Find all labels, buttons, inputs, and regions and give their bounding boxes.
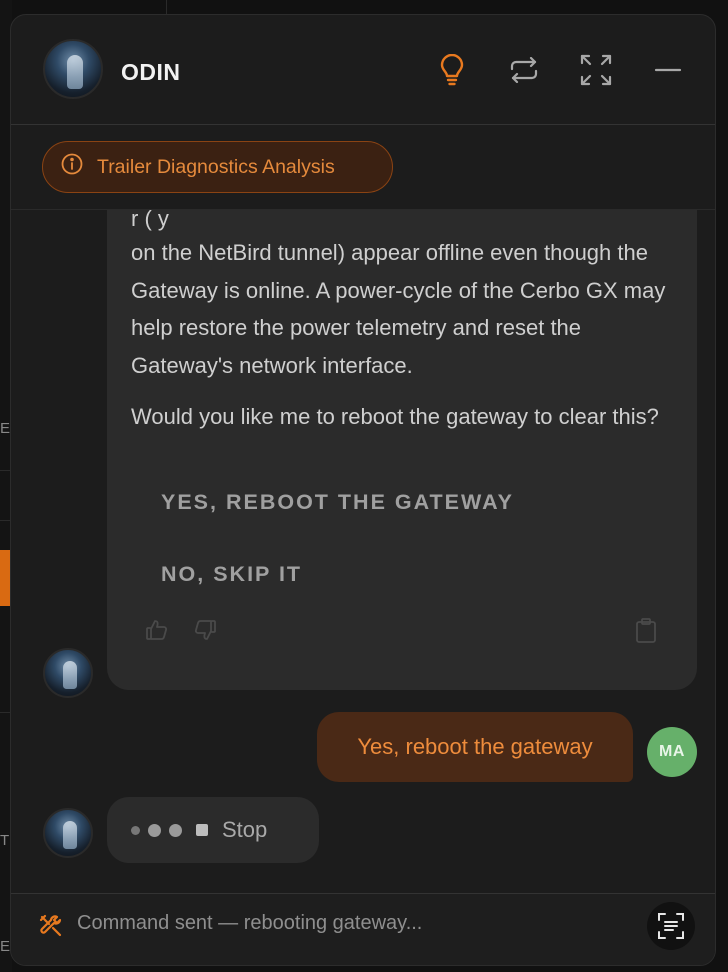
refresh-icon[interactable] [507, 53, 541, 87]
expand-icon[interactable] [579, 53, 613, 87]
assistant-message-text: on the NetBird tunnel) appear offline ev… [131, 234, 679, 436]
assistant-message-bubble: r ( y on the NetBird tunnel) appear offl… [107, 210, 697, 690]
status-text: Command sent — rebooting gateway... [77, 912, 423, 934]
tools-icon [39, 914, 63, 943]
typing-dot [131, 825, 140, 835]
background-letter: E [0, 420, 11, 437]
assistant-name: ODIN [121, 59, 181, 85]
thumbs-up-icon[interactable] [145, 618, 169, 647]
minimize-icon[interactable] [651, 53, 685, 87]
assistant-avatar [43, 808, 93, 858]
info-icon [61, 153, 83, 181]
copy-icon[interactable] [635, 618, 657, 649]
background-accent [0, 550, 10, 606]
message-list[interactable]: r ( y on the NetBird tunnel) appear offl… [11, 210, 715, 890]
user-avatar: MA [647, 727, 697, 777]
typing-dot [148, 823, 161, 837]
background-letter: E [0, 938, 11, 955]
context-chip[interactable]: Trailer Diagnostics Analysis [42, 141, 393, 193]
chat-panel: ODIN Trailer Diagnostics Analysis r (y … [10, 14, 716, 966]
user-message-text: Yes, reboot the gateway [357, 734, 593, 759]
background-grid-line [166, 0, 167, 14]
chat-header: ODIN [11, 15, 715, 125]
typing-indicator: Stop [107, 797, 319, 863]
assistant-avatar [43, 648, 93, 698]
lightbulb-icon[interactable] [435, 53, 469, 87]
stop-label: Stop [222, 817, 268, 842]
assistant-paragraph: Would you like me to reboot the gateway … [131, 404, 659, 429]
background-letter: T [0, 832, 10, 849]
stop-icon [196, 824, 208, 836]
user-message-bubble: Yes, reboot the gateway [317, 712, 633, 782]
assistant-avatar [43, 39, 103, 99]
skip-choice-button[interactable]: NO, SKIP IT [161, 562, 302, 587]
typing-dot [169, 823, 182, 837]
assistant-paragraph: on the NetBird tunnel) appear offline ev… [131, 240, 666, 378]
context-bar: Trailer Diagnostics Analysis [11, 126, 715, 210]
scan-text-button[interactable] [647, 902, 695, 950]
cut-off-text-line: r ( y [131, 210, 169, 231]
yes-reboot-choice-button[interactable]: YES, REBOOT THE GATEWAY [161, 490, 514, 515]
stop-button[interactable]: Stop [196, 817, 267, 843]
context-label: Trailer Diagnostics Analysis [97, 155, 335, 178]
thumbs-down-icon[interactable] [193, 618, 217, 647]
status-footer: Command sent — rebooting gateway... [11, 893, 715, 965]
